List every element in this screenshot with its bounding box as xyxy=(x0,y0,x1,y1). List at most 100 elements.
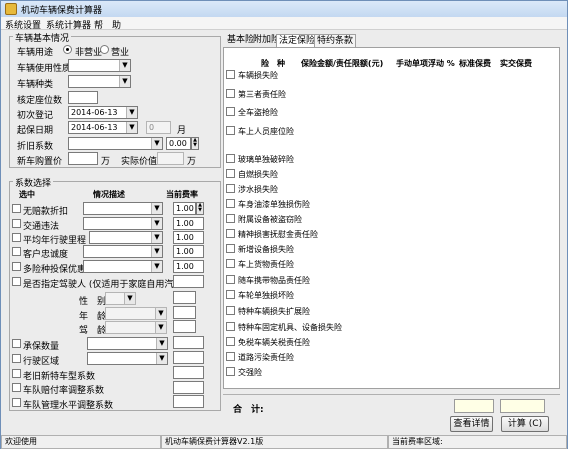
chevron-down-icon: ▼ xyxy=(156,338,167,349)
coef-old-vehicle-rate[interactable] xyxy=(173,366,204,379)
start-date[interactable]: 2014-06-13 ▼ xyxy=(68,121,138,134)
coverage-label: 特种车固定机具、设备损失险 xyxy=(238,323,342,332)
coef-driving-area-select[interactable]: ▼ xyxy=(87,352,168,365)
coef-driving-area-rate[interactable] xyxy=(173,351,204,364)
vehicle-info-title: 车辆基本情况 xyxy=(13,31,72,44)
coverage-checkbox[interactable] xyxy=(226,259,235,268)
coverage-checkbox[interactable] xyxy=(226,275,235,284)
col-header-standard-premium: 标准保费 xyxy=(459,59,491,68)
coverage-checkbox[interactable] xyxy=(226,199,235,208)
coverage-checkbox[interactable] xyxy=(226,229,235,238)
coverage-checkbox[interactable] xyxy=(226,244,235,253)
coverage-checkbox[interactable] xyxy=(226,107,235,116)
new-price-unit: 万 xyxy=(101,157,111,167)
usage-commercial-label: 营业 xyxy=(111,48,130,58)
coef-row-label: 车队管理水平调整系数 xyxy=(23,401,114,411)
coef-fleet-claims-rate[interactable] xyxy=(173,381,204,394)
coef-no-claim-rate[interactable]: 1.00 xyxy=(173,202,196,215)
actual-value-label: 实际价值 xyxy=(121,157,158,167)
menu-system-calculator[interactable]: 系统计算器 xyxy=(46,18,91,31)
col-header-coverage: 险 种 xyxy=(261,59,285,68)
coef-policy-quantity-select[interactable]: ▼ xyxy=(87,337,168,350)
driver-experience-label: 驾 龄 xyxy=(79,326,107,336)
coef-policy-quantity-checkbox[interactable] xyxy=(12,339,21,348)
tab-statutory[interactable]: 法定保险 xyxy=(276,34,319,47)
depreciation-spinner[interactable]: ▲ ▼ xyxy=(191,137,199,150)
coef-traffic-violation-rate[interactable]: 1.00 xyxy=(173,217,204,230)
new-price-label: 新车购置价 xyxy=(17,157,63,167)
coef-old-vehicle-checkbox[interactable] xyxy=(12,369,21,378)
coef-header-select: 选中 xyxy=(19,190,35,199)
tab-special-terms[interactable]: 特约条款 xyxy=(314,34,357,47)
coef-no-claim-spinner[interactable]: ▲ ▼ xyxy=(196,202,204,215)
usage-non-commercial-radio[interactable] xyxy=(63,45,72,54)
title-bar[interactable]: 机动车辆保费计算器 xyxy=(1,1,567,17)
coef-traffic-violation-checkbox[interactable] xyxy=(12,219,21,228)
coef-no-claim-checkbox[interactable] xyxy=(12,204,21,213)
coef-designated-driver-label: 是否指定驾驶人 (仅适用于家庭自用汽车) xyxy=(23,280,186,290)
coverage-checkbox[interactable] xyxy=(226,126,235,135)
coverage-checkbox[interactable] xyxy=(226,184,235,193)
driver-gender-rate[interactable] xyxy=(173,291,196,304)
coef-fleet-claims-checkbox[interactable] xyxy=(12,383,21,392)
coef-fleet-management-rate[interactable] xyxy=(173,395,204,408)
nature-label: 车辆使用性质 xyxy=(17,64,72,74)
window-title: 机动车辆保费计算器 xyxy=(21,6,103,16)
coverage-label: 车身油漆单独损伤险 xyxy=(238,200,310,209)
coverage-label: 新增设备损失险 xyxy=(238,245,294,254)
coef-policy-quantity-rate[interactable] xyxy=(173,336,204,349)
vehicle-type-select[interactable]: ▼ xyxy=(68,75,131,88)
coef-driving-area-checkbox[interactable] xyxy=(12,354,21,363)
coverage-label: 玻璃单独破碎险 xyxy=(238,155,294,164)
coef-multi-policy-rate[interactable]: 1.00 xyxy=(173,260,204,273)
coef-mileage-checkbox[interactable] xyxy=(12,233,21,242)
coverage-checkbox[interactable] xyxy=(226,89,235,98)
first-reg-date[interactable]: 2014-06-13 ▼ xyxy=(68,106,138,119)
nature-select[interactable]: ▼ xyxy=(68,59,131,72)
chevron-down-icon: ▼ xyxy=(151,246,162,257)
coef-row-label: 多险种投保优惠 xyxy=(23,265,87,275)
new-price-input[interactable] xyxy=(68,152,98,165)
chevron-down-icon: ▼ xyxy=(124,293,135,304)
menu-system-settings[interactable]: 系统设置 xyxy=(5,18,41,31)
coef-loyalty-checkbox[interactable] xyxy=(12,247,21,256)
status-welcome: 欢迎使用 xyxy=(1,435,161,449)
usage-label: 车辆用途 xyxy=(17,48,54,58)
coverage-checkbox[interactable] xyxy=(226,367,235,376)
seats-label: 核定座位数 xyxy=(17,96,63,106)
coef-row-label: 行驶区域 xyxy=(23,357,60,367)
coef-no-claim-select[interactable]: ▼ xyxy=(83,202,163,215)
coef-loyalty-select[interactable]: ▼ xyxy=(83,245,163,258)
coverage-checkbox[interactable] xyxy=(226,70,235,79)
coverage-checkbox[interactable] xyxy=(226,214,235,223)
view-details-button[interactable]: 查看详情 xyxy=(450,416,493,432)
coverage-label: 交强险 xyxy=(238,368,262,377)
coverage-checkbox[interactable] xyxy=(226,352,235,361)
coef-multi-policy-select[interactable]: ▼ xyxy=(83,260,163,273)
coef-loyalty-rate[interactable]: 1.00 xyxy=(173,245,204,258)
coef-mileage-rate[interactable]: 1.00 xyxy=(173,231,204,244)
coverage-checkbox[interactable] xyxy=(226,169,235,178)
calculate-button[interactable]: 计算 (C) xyxy=(501,416,549,432)
coef-fleet-management-checkbox[interactable] xyxy=(12,398,21,407)
chevron-down-icon: ▼ xyxy=(126,122,137,133)
depreciation-input[interactable]: 0.00 xyxy=(166,137,191,150)
menu-help[interactable]: 帮 助 xyxy=(94,18,121,31)
seats-input[interactable] xyxy=(68,91,98,104)
coef-traffic-violation-select[interactable]: ▼ xyxy=(83,217,163,230)
coef-multi-policy-checkbox[interactable] xyxy=(12,262,21,271)
coef-designated-driver-rate[interactable] xyxy=(173,275,204,288)
coverage-checkbox[interactable] xyxy=(226,290,235,299)
chevron-down-icon: ▼ xyxy=(151,232,162,243)
usage-commercial-radio[interactable] xyxy=(100,45,109,54)
coverage-checkbox[interactable] xyxy=(226,337,235,346)
coverage-checkbox[interactable] xyxy=(226,306,235,315)
coef-designated-driver-checkbox[interactable] xyxy=(12,277,21,286)
coverage-checkbox[interactable] xyxy=(226,322,235,331)
coef-mileage-select[interactable]: ▼ xyxy=(89,231,163,244)
depreciation-select[interactable]: ▼ xyxy=(68,137,163,150)
coverage-checkbox[interactable] xyxy=(226,154,235,163)
coverage-label: 特种车辆损失扩展险 xyxy=(238,307,310,316)
driver-experience-rate[interactable] xyxy=(173,320,196,333)
driver-age-rate[interactable] xyxy=(173,306,196,319)
